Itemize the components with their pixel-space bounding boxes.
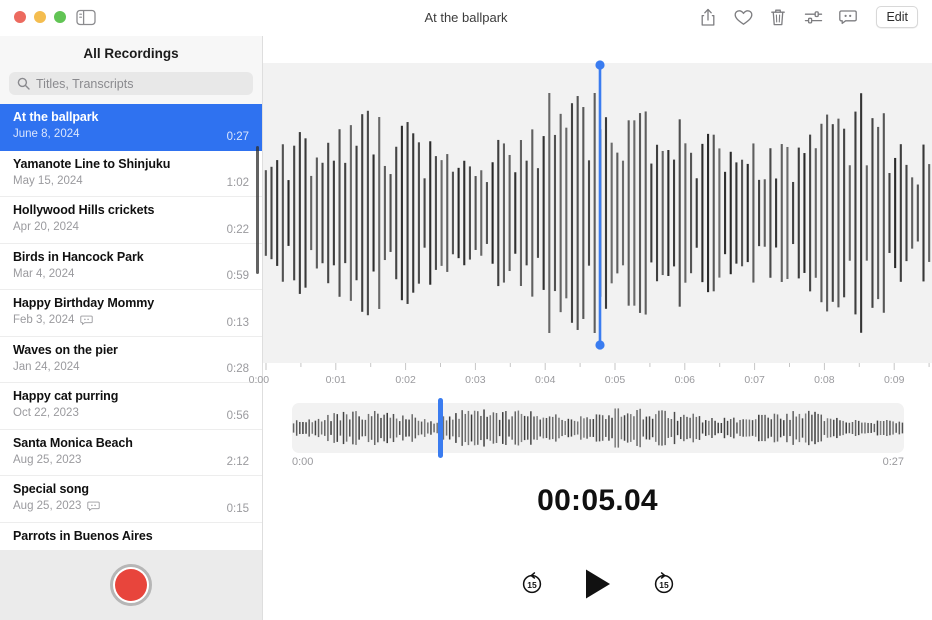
- sidebar: All Recordings Titles, Transcripts At th…: [0, 36, 263, 620]
- recording-meta: June 8, 2024: [13, 128, 249, 140]
- recording-meta: Aug 25, 2023: [13, 454, 249, 466]
- scrubber-start-time: 0:00: [292, 456, 314, 468]
- player-detail-pane: 0:01 0:02 0:03 0:04 0:05 0:06 0:07 0:08 0:09 0:00…: [249, 36, 932, 620]
- sidebar-scrollbar[interactable]: [256, 146, 259, 274]
- skip-forward-15-button[interactable]: 15: [651, 571, 677, 597]
- recording-title: Hollywood Hills crickets: [13, 203, 155, 217]
- recording-title: Happy cat purring: [13, 389, 119, 403]
- play-button[interactable]: [583, 568, 613, 600]
- recording-date: Feb 3, 2024: [13, 314, 75, 326]
- recording-date: Aug 25, 2023: [13, 500, 82, 512]
- recording-duration: 1:02: [226, 177, 249, 189]
- recording-title: Birds in Hancock Park: [13, 249, 144, 264]
- transcript-badge-icon: [87, 501, 101, 511]
- transport-controls: 15 15: [263, 568, 932, 600]
- scrubber-playhead[interactable]: [437, 398, 443, 458]
- overview-waveform: [292, 408, 904, 448]
- recording-title: Happy Birthday Mommy: [13, 296, 155, 310]
- recording-title: Santa Monica Beach: [13, 435, 133, 450]
- recording-duration: 0:28: [226, 363, 249, 375]
- recording-date: Mar 4, 2024: [13, 267, 75, 280]
- recording-meta: Aug 25, 2023: [13, 500, 249, 512]
- scrubber-times: 0:00 0:27: [292, 456, 904, 468]
- recording-duration: 0:56: [226, 409, 249, 422]
- recordings-list[interactable]: At the ballpark June 8, 2024 0:27 Yamanote …: [0, 104, 262, 605]
- voice-memos-window: At the ballpark Edit All Recordings Titl…: [0, 0, 932, 620]
- recording-duration: 0:59: [226, 270, 249, 282]
- ruler-tick-label: 0:03: [465, 374, 486, 386]
- ruler-tick-label: 0:08: [814, 374, 835, 386]
- waveform-graphic: [264, 93, 931, 333]
- recording-meta: Oct 22, 2023: [13, 407, 249, 419]
- recording-meta: Jan 24, 2024: [13, 361, 249, 373]
- toolbar-actions: Edit: [698, 6, 918, 28]
- record-dot: [115, 569, 147, 601]
- ruler-tick-label: 0:06: [674, 374, 696, 386]
- ruler-tick-label: 0:00: [248, 374, 270, 386]
- svg-text:15: 15: [527, 580, 537, 590]
- search-container: Titles, Transcripts: [0, 70, 262, 104]
- recording-meta: Mar 4, 2024: [13, 268, 249, 280]
- recording-row[interactable]: Waves on the pier Jan 24, 2024 0:28: [0, 336, 262, 383]
- recording-title: Yamanote Line to Shinjuku: [13, 156, 171, 171]
- recording-title: Special song: [13, 482, 89, 496]
- ruler-tick-label: 0:09: [883, 374, 905, 386]
- recording-title: Waves on the pier: [13, 342, 118, 357]
- sidebar-header: All Recordings: [83, 45, 179, 61]
- recording-duration: 0:13: [226, 316, 249, 329]
- delete-trash-icon[interactable]: [768, 6, 788, 28]
- recording-title: Parrots in Buenos Aires: [13, 528, 153, 543]
- recording-date: Aug 25, 2023: [13, 453, 82, 466]
- recording-duration: 2:12: [226, 456, 249, 468]
- svg-text:15: 15: [659, 580, 669, 590]
- record-bar: [0, 550, 262, 620]
- recording-row[interactable]: Hollywood Hills crickets Apr 20, 2024 0:22: [0, 197, 262, 244]
- recording-date: Apr 20, 2024: [13, 221, 79, 233]
- waveform-panel[interactable]: [263, 63, 932, 363]
- transcript-icon[interactable]: [838, 6, 858, 28]
- edit-button[interactable]: Edit: [876, 6, 918, 28]
- current-time-display: 00:05.04: [537, 484, 658, 517]
- recording-row[interactable]: Yamanote Line to Shinjuku May 15, 2024 1:0…: [0, 150, 262, 197]
- transcript-badge: [87, 501, 101, 512]
- search-icon: [17, 77, 30, 90]
- recording-row[interactable]: Special song Aug 25, 2023 0:15: [0, 476, 262, 523]
- ruler-tick-label: 0:07: [744, 374, 765, 386]
- share-icon[interactable]: [698, 6, 718, 28]
- ruler-tick-label: 0:04: [534, 374, 556, 386]
- recording-title: At the ballpark: [13, 110, 99, 124]
- transcript-badge-icon: [80, 315, 94, 325]
- timeline-ruler[interactable]: 0:01 0:02 0:03 0:04 0:05 0:06 0:07 0:08 0:09 0:00: [249, 363, 932, 396]
- recording-date: May 15, 2024: [13, 174, 83, 187]
- ruler-tick-label: 0:05: [604, 374, 626, 386]
- recording-meta: May 15, 2024: [13, 175, 249, 187]
- title-bar: At the ballpark Edit: [0, 0, 932, 36]
- recording-date: Jan 24, 2024: [13, 360, 80, 373]
- recording-date: June 8, 2024: [13, 128, 80, 140]
- recording-row[interactable]: Birds in Hancock Park Mar 4, 2024 0:59: [0, 243, 262, 290]
- search-placeholder: Titles, Transcripts: [36, 76, 134, 91]
- recording-row[interactable]: Santa Monica Beach Aug 25, 2023 2:12: [0, 429, 262, 476]
- ruler-tick-label: 0:01: [325, 374, 347, 386]
- favorite-heart-icon[interactable]: [733, 6, 753, 28]
- recording-date: Oct 22, 2023: [13, 407, 79, 419]
- recording-row[interactable]: At the ballpark June 8, 2024 0:27: [0, 104, 262, 151]
- scrubber-end-time: 0:27: [882, 456, 904, 468]
- recording-meta: Apr 20, 2024: [13, 221, 249, 233]
- ruler-tick-label: 0:02: [395, 374, 416, 386]
- audio-settings-sliders-icon[interactable]: [803, 6, 823, 28]
- recording-duration: 0:27: [226, 130, 249, 143]
- recording-duration: 0:15: [226, 502, 249, 515]
- recording-duration: 0:22: [226, 223, 249, 236]
- overview-scrubber[interactable]: [292, 403, 904, 453]
- skip-back-15-button[interactable]: 15: [519, 571, 545, 597]
- recording-row[interactable]: Happy cat purring Oct 22, 2023 0:56: [0, 383, 262, 430]
- search-input[interactable]: Titles, Transcripts: [9, 72, 253, 95]
- record-button[interactable]: [110, 564, 152, 606]
- recording-meta: Feb 3, 2024: [13, 314, 249, 326]
- transcript-badge: [80, 315, 94, 326]
- recording-row[interactable]: Happy Birthday Mommy Feb 3, 2024 0:13: [0, 290, 262, 337]
